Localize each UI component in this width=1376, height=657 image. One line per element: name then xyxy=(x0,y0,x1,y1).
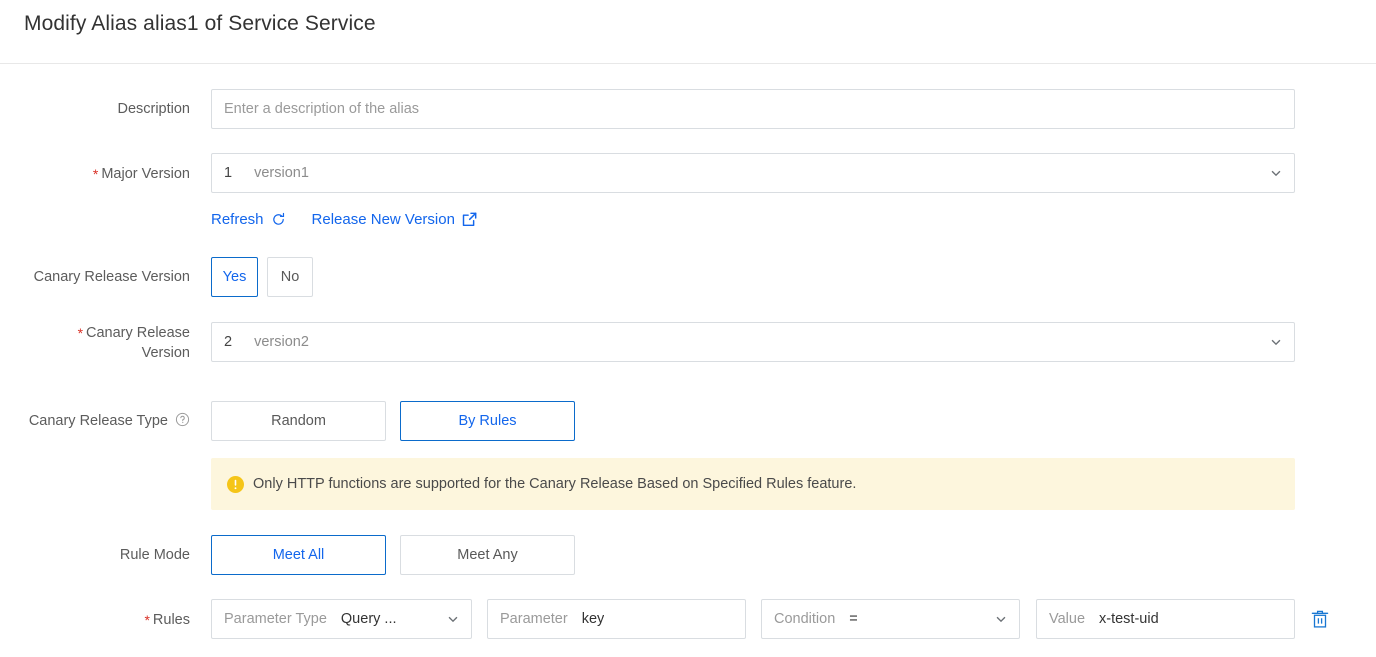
rule-condition-select[interactable]: Condition = xyxy=(761,599,1020,639)
question-circle-icon[interactable] xyxy=(175,412,190,427)
description-placeholder: Enter a description of the alias xyxy=(224,101,420,117)
major-version-name: version1 xyxy=(254,165,309,181)
canary-release-version-select[interactable]: 2 version2 xyxy=(211,322,1295,362)
canary-release-type-label-text: Canary Release Type xyxy=(28,413,168,429)
rule-value-label: Value xyxy=(1049,611,1086,627)
canary-release-type-random[interactable]: Random xyxy=(211,401,386,441)
rule-value-value: x-test-uid xyxy=(1099,611,1159,627)
canary-toggle-yes[interactable]: Yes xyxy=(211,257,258,297)
chevron-down-icon xyxy=(994,612,1008,626)
canary-release-version-toggle-label: Canary Release Version xyxy=(33,269,190,285)
canary-release-version-label: * Canary Release Version xyxy=(0,322,190,363)
required-asterisk: * xyxy=(92,166,99,182)
rule-mode-meet-all[interactable]: Meet All xyxy=(211,535,386,575)
major-version-number: 1 xyxy=(224,165,233,181)
rule-mode-label: Rule Mode xyxy=(119,547,190,563)
rule-parameter-input[interactable]: Parameter key xyxy=(487,599,746,639)
major-version-label-text: Major Version xyxy=(101,166,190,182)
external-link-icon xyxy=(462,212,477,227)
rule-mode-meet-any[interactable]: Meet Any xyxy=(400,535,575,575)
rule-condition-label: Condition xyxy=(774,611,836,627)
canary-release-version-label-line2: Version xyxy=(141,345,190,361)
chevron-down-icon xyxy=(446,612,460,626)
chevron-down-icon xyxy=(1269,335,1283,349)
rules-label: * Rules xyxy=(0,609,190,630)
refresh-link-label: Refresh xyxy=(211,211,264,228)
canary-release-version-number: 2 xyxy=(224,334,233,350)
modify-alias-page: Modify Alias alias1 of Service Service D… xyxy=(0,0,1376,657)
rule-parameter-type-value: Query ... xyxy=(340,611,397,627)
canary-release-version-name: version2 xyxy=(254,334,309,350)
required-asterisk: * xyxy=(144,612,150,628)
rule-parameter-label: Parameter xyxy=(500,611,568,627)
canary-release-type-label: Canary Release Type xyxy=(0,411,190,431)
rule-parameter-value: key xyxy=(581,611,605,627)
release-new-version-link[interactable]: Release New Version xyxy=(312,211,477,228)
rule-condition-value: = xyxy=(849,611,858,627)
major-version-label: * Major Version xyxy=(0,163,190,184)
description-label: Description xyxy=(117,101,190,117)
http-functions-alert: Only HTTP functions are supported for th… xyxy=(211,458,1295,510)
page-header: Modify Alias alias1 of Service Service xyxy=(0,0,1376,64)
page-title: Modify Alias alias1 of Service Service xyxy=(24,12,376,35)
warning-icon xyxy=(227,475,244,493)
canary-release-version-label-line1: Canary Release xyxy=(86,325,190,341)
alert-message: Only HTTP functions are supported for th… xyxy=(253,476,857,492)
refresh-icon xyxy=(271,212,286,227)
rule-parameter-type-select[interactable]: Parameter Type Query ... xyxy=(211,599,472,639)
rule-value-input[interactable]: Value x-test-uid xyxy=(1036,599,1295,639)
rule-delete-button[interactable] xyxy=(1311,609,1329,629)
rule-parameter-type-label: Parameter Type xyxy=(224,611,327,627)
description-input[interactable]: Enter a description of the alias xyxy=(211,89,1295,129)
chevron-down-icon xyxy=(1269,166,1283,180)
required-asterisk: * xyxy=(77,325,84,341)
refresh-link[interactable]: Refresh xyxy=(211,211,286,228)
release-new-version-label: Release New Version xyxy=(311,211,455,228)
version-actions: Refresh Release New Version xyxy=(211,211,477,228)
rules-label-text: Rules xyxy=(152,612,190,628)
canary-toggle-no[interactable]: No xyxy=(267,257,313,297)
canary-release-type-by-rules[interactable]: By Rules xyxy=(400,401,575,441)
major-version-select[interactable]: 1 version1 xyxy=(211,153,1295,193)
